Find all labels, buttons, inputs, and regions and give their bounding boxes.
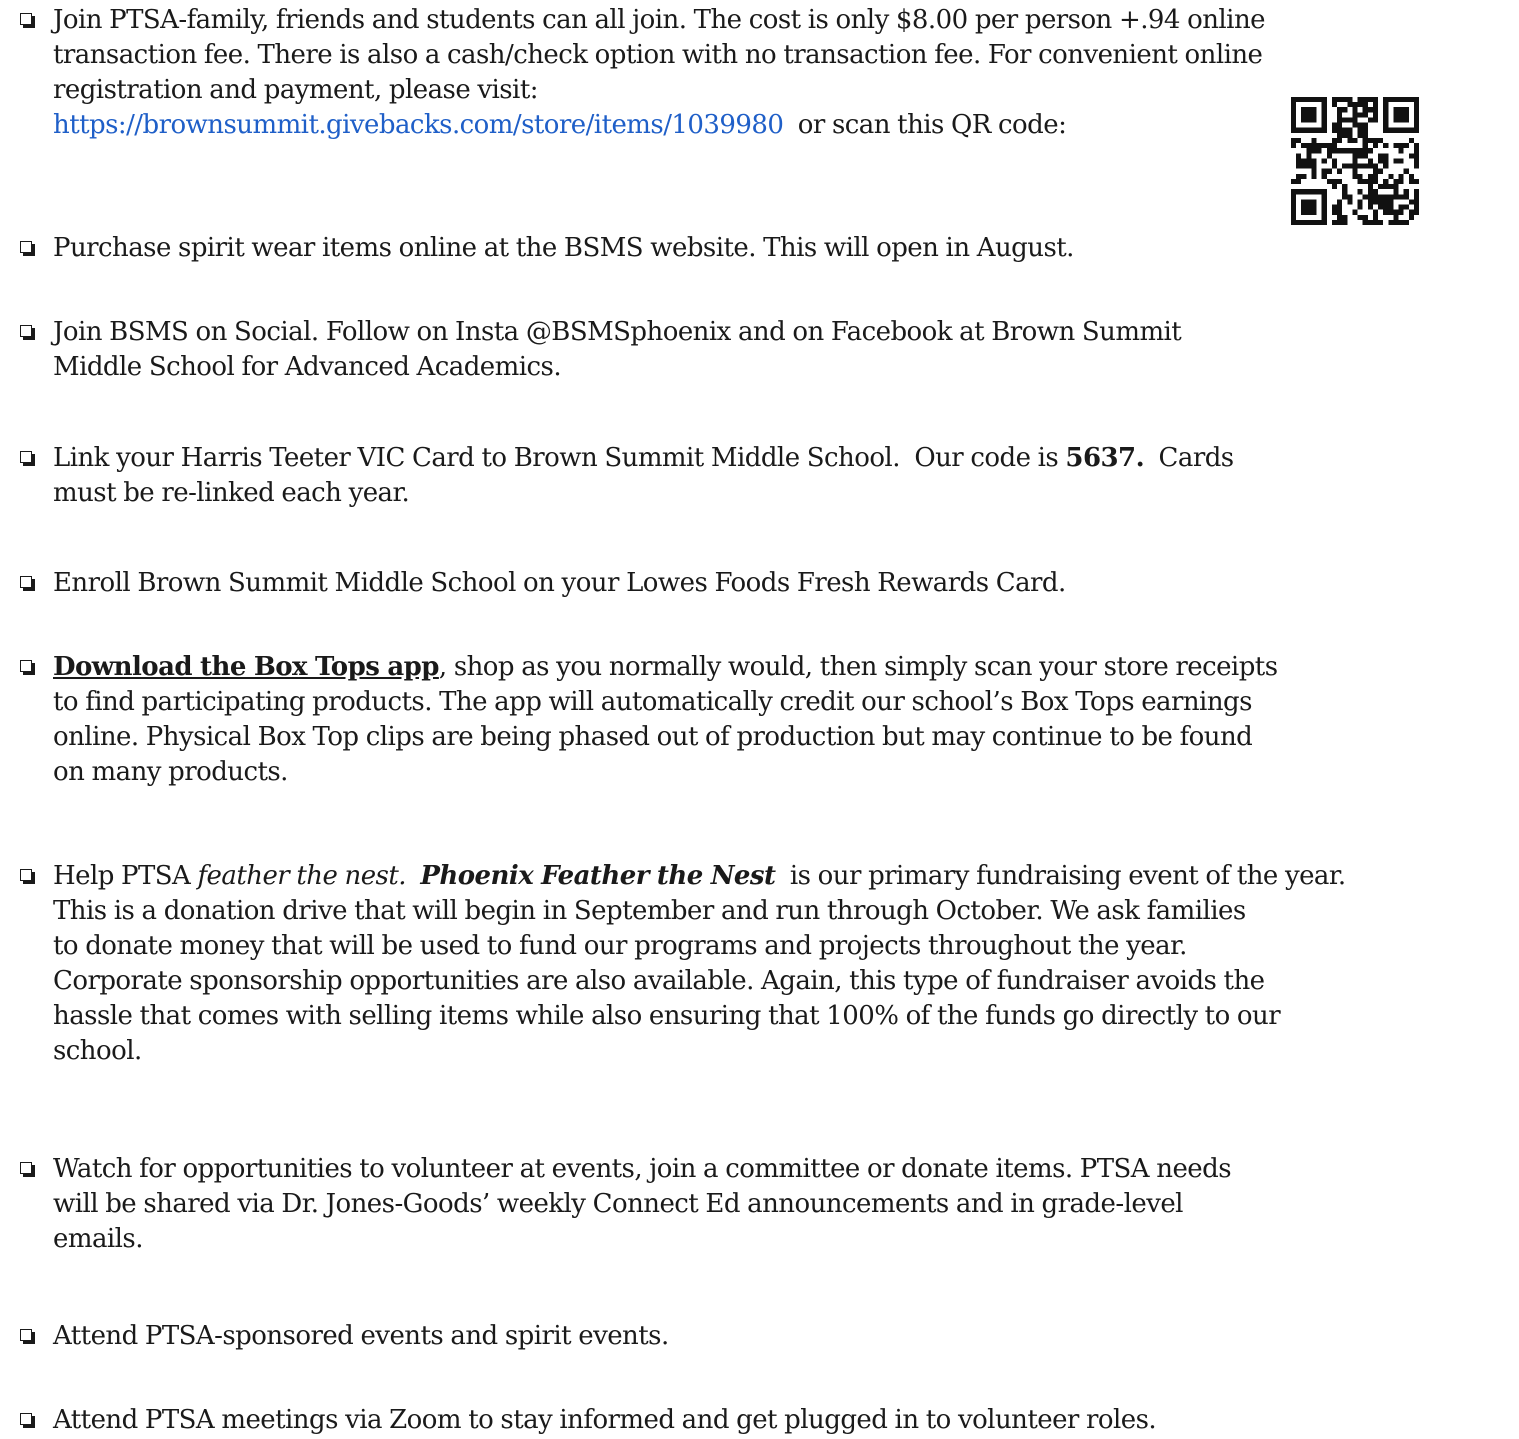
list-item-spirit-wear: Purchase spirit wear items online at the… xyxy=(20,231,1510,266)
checkbox-icon[interactable] xyxy=(20,241,35,256)
list-item-meetings: Attend PTSA meetings via Zoom to stay in… xyxy=(20,1403,1510,1438)
checkbox-icon[interactable] xyxy=(20,451,35,466)
qr-code-icon[interactable] xyxy=(1291,97,1419,225)
list-item-harris-teeter: Link your Harris Teeter VIC Card to Brow… xyxy=(20,441,1510,511)
feather-line-5: hassle that comes with selling items whi… xyxy=(53,1001,1281,1031)
list-item-box-tops: Download the Box Tops app, shop as you n… xyxy=(20,650,1510,790)
ptsa-support-document: Join PTSA-family, friends and students c… xyxy=(0,0,1519,1439)
harris-teeter-text: Link your Harris Teeter VIC Card to Brow… xyxy=(53,443,1066,473)
harris-teeter-cards-text: Cards xyxy=(1144,443,1235,473)
feather-line-2: This is a donation drive that will begin… xyxy=(53,896,1246,926)
checkbox-icon[interactable] xyxy=(20,1162,35,1177)
checkbox-icon[interactable] xyxy=(20,1413,35,1428)
checkbox-icon[interactable] xyxy=(20,13,35,28)
givebacks-store-link[interactable]: https://brownsummit.givebacks.com/store/… xyxy=(53,110,784,140)
social-line-1: Join BSMS on Social. Follow on Insta @BS… xyxy=(53,317,1182,347)
list-item-events: Attend PTSA-sponsored events and spirit … xyxy=(20,1319,1510,1354)
qr-instruction-text: or scan this QR code: xyxy=(783,110,1067,140)
checkbox-icon[interactable] xyxy=(20,325,35,340)
feather-line-4: Corporate sponsorship opportunities are … xyxy=(53,966,1265,996)
join-ptsa-line-1: Join PTSA-family, friends and students c… xyxy=(53,5,1266,35)
checkbox-icon[interactable] xyxy=(20,869,35,884)
volunteer-line-3: emails. xyxy=(53,1224,143,1254)
box-tops-line-1: , shop as you normally would, then simpl… xyxy=(438,652,1278,682)
checkbox-icon[interactable] xyxy=(20,1329,35,1344)
spirit-wear-text: Purchase spirit wear items online at the… xyxy=(53,233,1074,263)
meetings-text: Attend PTSA meetings via Zoom to stay in… xyxy=(53,1405,1157,1435)
volunteer-line-1: Watch for opportunities to volunteer at … xyxy=(53,1154,1232,1184)
list-item-volunteer: Watch for opportunities to volunteer at … xyxy=(20,1152,1510,1257)
box-tops-line-3: online. Physical Box Top clips are being… xyxy=(53,722,1253,752)
feather-line-3: to donate money that will be used to fun… xyxy=(53,931,1187,961)
box-tops-line-2: to find participating products. The app … xyxy=(53,687,1252,717)
list-item-feather-the-nest: Help PTSA feather the nest. Phoenix Feat… xyxy=(20,859,1510,1069)
join-ptsa-line-2: transaction fee. There is also a cash/ch… xyxy=(53,40,1263,70)
checkbox-icon[interactable] xyxy=(20,660,35,675)
box-tops-app-link[interactable]: Download the Box Tops app xyxy=(53,652,439,682)
events-text: Attend PTSA-sponsored events and spirit … xyxy=(53,1321,669,1351)
school-code: 5637. xyxy=(1065,443,1145,473)
event-name: Phoenix Feather the Nest xyxy=(420,861,776,891)
feather-line-6: school. xyxy=(53,1036,142,1066)
box-tops-line-4: on many products. xyxy=(53,757,288,787)
list-item-lowes-foods: Enroll Brown Summit Middle School on you… xyxy=(20,566,1510,601)
checkbox-icon[interactable] xyxy=(20,576,35,591)
list-item-join-ptsa: Join PTSA-family, friends and students c… xyxy=(20,3,1510,143)
lowes-foods-text: Enroll Brown Summit Middle School on you… xyxy=(53,568,1066,598)
harris-teeter-line-2: must be re-linked each year. xyxy=(53,478,410,508)
volunteer-line-2: will be shared via Dr. Jones-Goods’ week… xyxy=(53,1189,1184,1219)
feather-the-nest-italic: feather the nest. xyxy=(197,861,406,891)
list-item-social: Join BSMS on Social. Follow on Insta @BS… xyxy=(20,315,1510,385)
social-line-2: Middle School for Advanced Academics. xyxy=(53,352,562,382)
